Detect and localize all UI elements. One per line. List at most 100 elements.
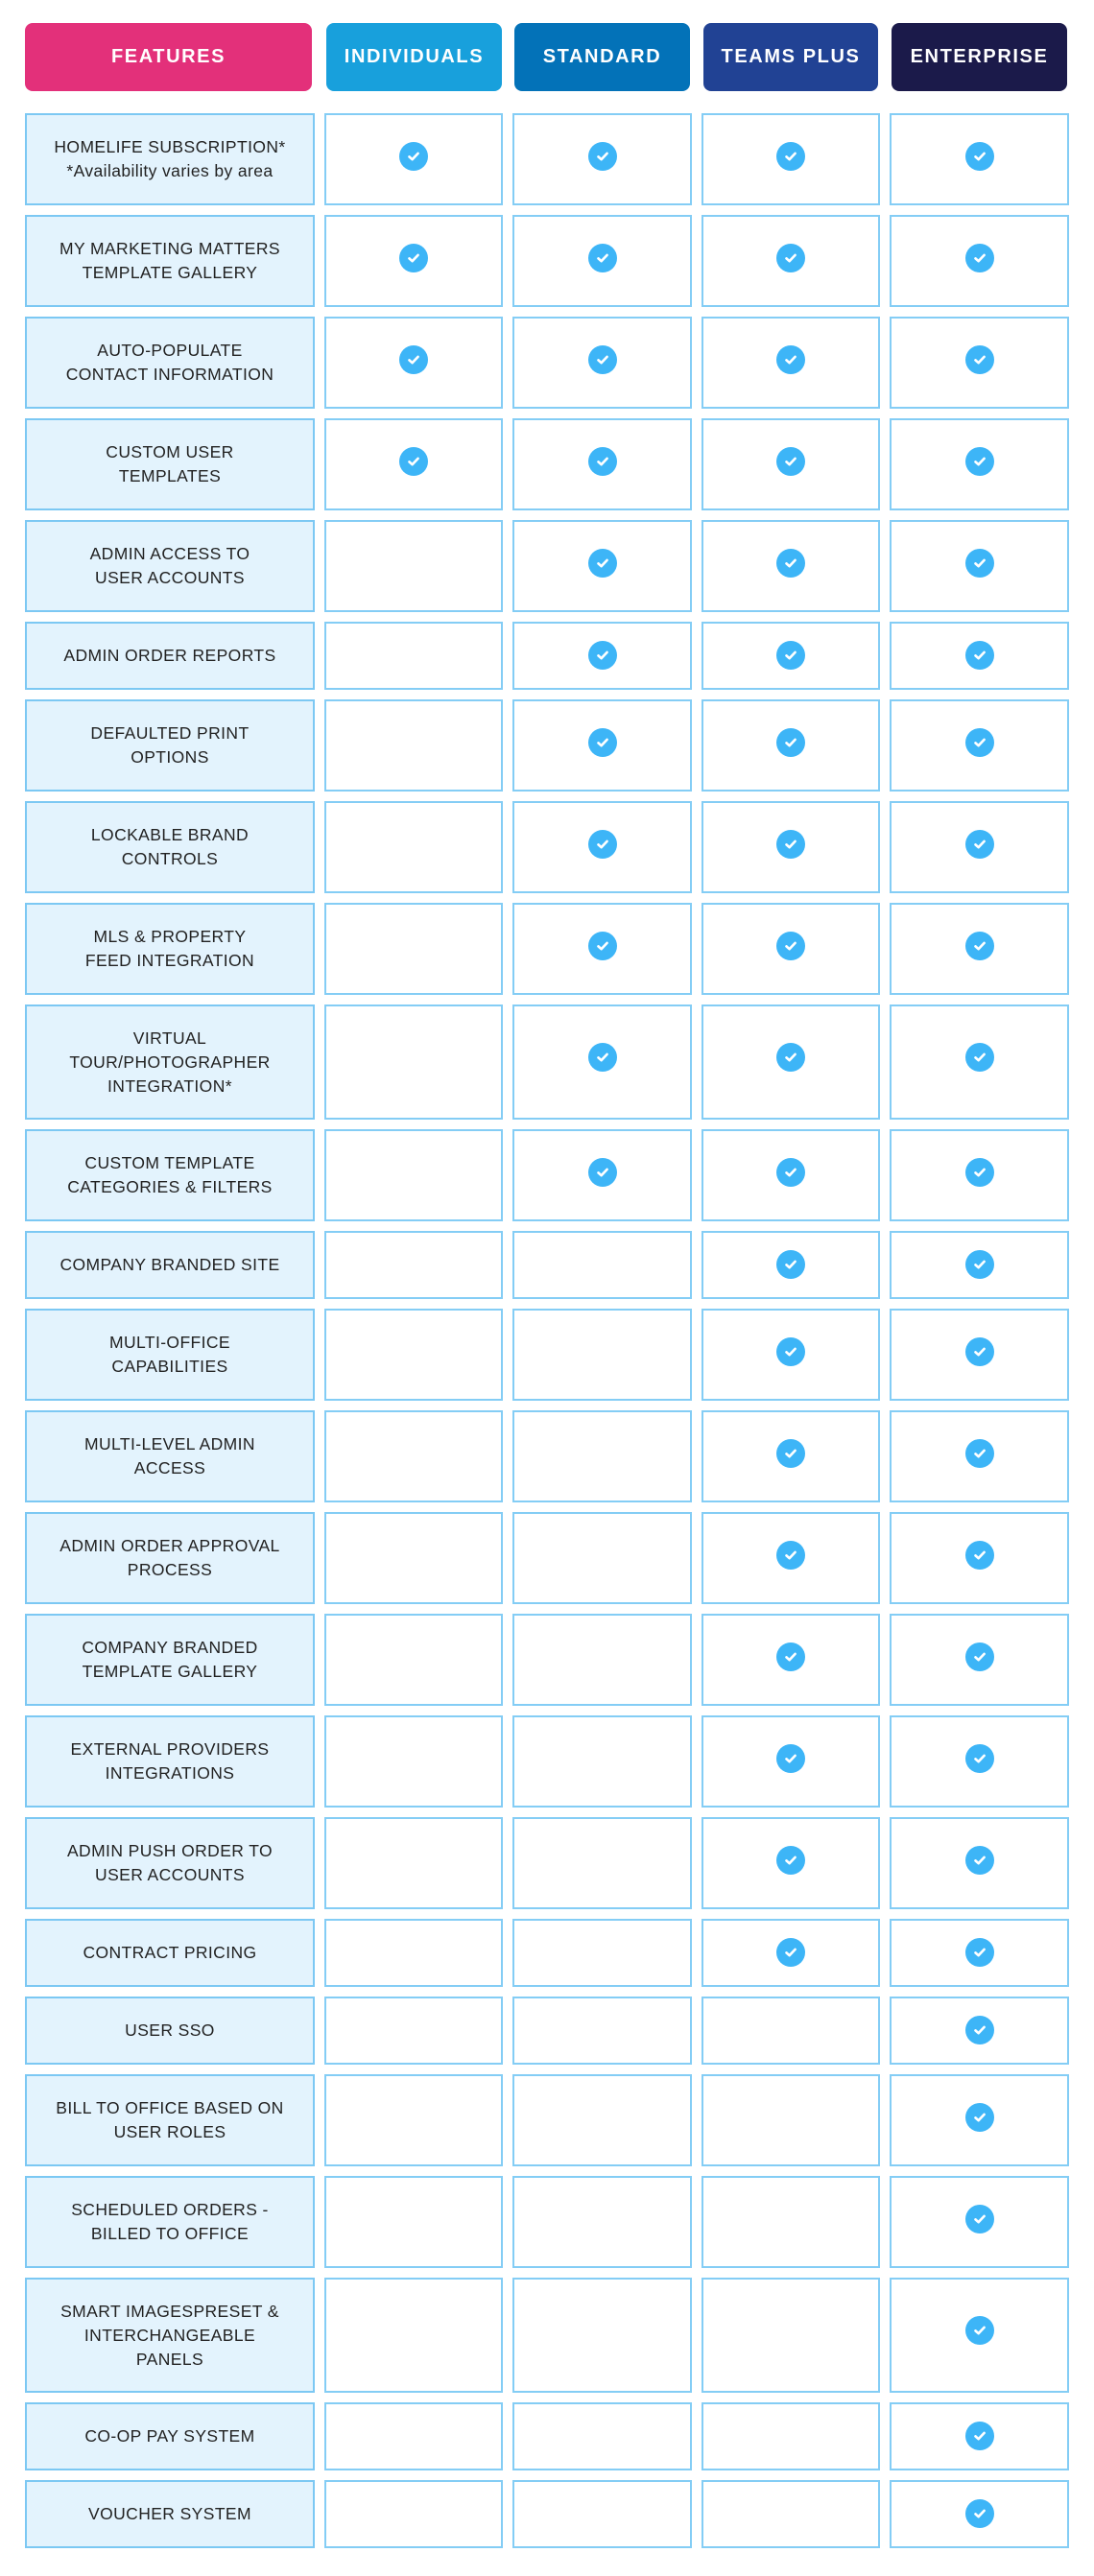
table-row: USER SSO (0, 1997, 1094, 2065)
check-circle-icon (776, 142, 805, 171)
feature-label-line: FEED INTEGRATION (84, 951, 255, 970)
plan-cell-teams-plus (702, 418, 880, 510)
check-circle-icon (587, 1158, 617, 1187)
plan-cell-standard (512, 113, 692, 205)
feature-label: COMPANY BRANDED SITE (59, 1253, 279, 1277)
feature-name-cell: ADMIN ORDER REPORTS (25, 622, 315, 690)
feature-label-line: PANELS (135, 2349, 204, 2369)
plan-cell-standard (512, 2278, 692, 2393)
plan-cell-individuals (324, 2074, 503, 2166)
check-circle-icon (964, 1043, 994, 1072)
check-circle-icon (776, 1937, 805, 1967)
check-circle-icon (964, 1337, 994, 1366)
feature-label-line: ADMIN ACCESS TO (89, 544, 250, 563)
check-circle-icon (776, 1642, 805, 1671)
feature-name-cell: MULTI-LEVEL ADMIN ACCESS (25, 1410, 315, 1502)
feature-label-line: VOUCHER SYSTEM (88, 2504, 251, 2523)
plan-cell-enterprise (890, 1919, 1069, 1987)
plan-cell-individuals (324, 1004, 503, 1120)
plan-cell-teams-plus (702, 1309, 880, 1401)
check-circle-icon (776, 1744, 805, 1773)
feature-label-line: VIRTUAL (132, 1028, 207, 1048)
feature-label: COMPANY BRANDED TEMPLATE GALLERY (82, 1636, 257, 1684)
check-circle-icon (964, 1158, 994, 1187)
plan-cell-individuals (324, 903, 503, 995)
plan-cell-standard (512, 1512, 692, 1604)
feature-name-cell: VIRTUAL TOUR/PHOTOGRAPHER INTEGRATION* (25, 1004, 315, 1120)
table-row: DEFAULTED PRINT OPTIONS (0, 699, 1094, 792)
plan-cell-individuals (324, 1129, 503, 1221)
feature-name-cell: EXTERNAL PROVIDERS INTEGRATIONS (25, 1715, 315, 1808)
feature-label-line: USER ACCOUNTS (95, 1865, 245, 1884)
plan-cell-standard (512, 1919, 692, 1987)
feature-label-line: CO-OP PAY SYSTEM (84, 2426, 255, 2446)
plan-cell-individuals (324, 317, 503, 409)
check-circle-icon (587, 345, 617, 374)
plan-cell-standard (512, 1614, 692, 1706)
feature-label-line: TEMPLATE GALLERY (82, 1662, 258, 1681)
plan-cell-individuals (324, 2402, 503, 2470)
plan-cell-enterprise (890, 1309, 1069, 1401)
check-circle-icon (776, 640, 805, 670)
plan-header-individuals: INDIVIDUALS (326, 23, 502, 91)
check-circle-icon (399, 345, 428, 374)
table-row: COMPANY BRANDED SITE (0, 1231, 1094, 1299)
plan-cell-standard (512, 622, 692, 690)
plan-cell-individuals (324, 1997, 503, 2065)
plan-cell-teams-plus (702, 1512, 880, 1604)
plan-header-teams-plus: TEAMS PLUS (703, 23, 878, 91)
plan-header-row: FEATURES INDIVIDUALS STANDARD TEAMS PLUS… (0, 23, 1094, 91)
plan-cell-teams-plus (702, 215, 880, 307)
feature-name-cell: CUSTOM TEMPLATE CATEGORIES & FILTERS (25, 1129, 315, 1221)
plan-cell-teams-plus (702, 622, 880, 690)
plan-cell-enterprise (890, 317, 1069, 409)
check-circle-icon (964, 1642, 994, 1671)
plan-cell-individuals (324, 418, 503, 510)
check-circle-icon (587, 244, 617, 272)
check-circle-icon (587, 830, 617, 859)
check-circle-icon (964, 549, 994, 578)
check-circle-icon (776, 1337, 805, 1366)
check-circle-icon (964, 447, 994, 476)
feature-label-line: BILL TO OFFICE BASED ON (56, 2098, 284, 2117)
feature-label-line: ACCESS (133, 1458, 206, 1477)
feature-label-line: INTEGRATIONS (105, 1763, 235, 1783)
table-row: ADMIN ORDER APPROVAL PROCESS (0, 1512, 1094, 1604)
table-row: COMPANY BRANDED TEMPLATE GALLERY (0, 1614, 1094, 1706)
check-circle-icon (964, 2103, 994, 2132)
check-circle-icon (587, 1043, 617, 1072)
check-circle-icon (964, 2498, 994, 2528)
plan-cell-teams-plus (702, 1614, 880, 1706)
plan-cell-individuals (324, 1817, 503, 1909)
plan-cell-enterprise (890, 2074, 1069, 2166)
feature-label-line: CATEGORIES & FILTERS (67, 1177, 273, 1196)
feature-name-cell: ADMIN ACCESS TO USER ACCOUNTS (25, 520, 315, 612)
feature-label-line: INTEGRATION* (107, 1075, 232, 1096)
check-circle-icon (776, 1158, 805, 1187)
check-circle-icon (964, 1249, 994, 1279)
feature-label-line: CONTRACT PRICING (83, 1943, 257, 1962)
plan-cell-individuals (324, 2480, 503, 2548)
check-circle-icon (964, 345, 994, 374)
table-row: CUSTOM USER TEMPLATES (0, 418, 1094, 510)
feature-label-line: OPTIONS (131, 747, 209, 767)
plan-cell-enterprise (890, 1231, 1069, 1299)
table-row: MULTI-LEVEL ADMIN ACCESS (0, 1410, 1094, 1502)
plan-cell-enterprise (890, 520, 1069, 612)
check-circle-icon (776, 345, 805, 374)
table-row: VIRTUAL TOUR/PHOTOGRAPHER INTEGRATION* (0, 1004, 1094, 1120)
plan-cell-standard (512, 2176, 692, 2268)
feature-name-cell: ADMIN PUSH ORDER TO USER ACCOUNTS (25, 1817, 315, 1909)
feature-label: ADMIN PUSH ORDER TO USER ACCOUNTS (67, 1839, 273, 1887)
plan-cell-standard (512, 1817, 692, 1909)
plan-cell-enterprise (890, 903, 1069, 995)
plan-cell-teams-plus (702, 2074, 880, 2166)
feature-label: AUTO-POPULATE CONTACT INFORMATION (66, 339, 274, 387)
check-circle-icon (964, 1744, 994, 1773)
feature-comparison-table: HOMELIFE SUBSCRIPTION* *Availability vari… (0, 113, 1094, 2558)
plan-cell-teams-plus (702, 113, 880, 205)
feature-label-line: ADMIN PUSH ORDER TO (66, 1841, 274, 1860)
feature-label: USER SSO (125, 2019, 215, 2043)
plan-cell-enterprise (890, 1004, 1069, 1120)
plan-cell-individuals (324, 1410, 503, 1502)
